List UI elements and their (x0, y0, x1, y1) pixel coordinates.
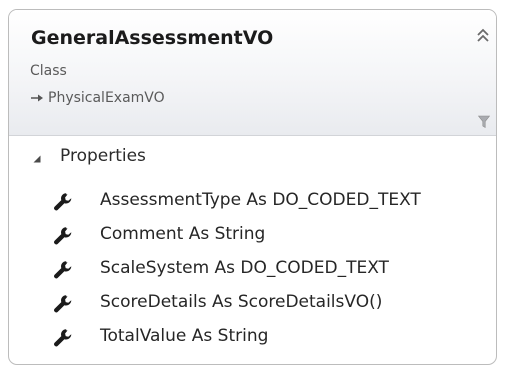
class-shape[interactable]: GeneralAssessmentVO Class PhysicalExamVO… (8, 9, 497, 365)
property-label: ScoreDetails As ScoreDetailsVO() (100, 292, 383, 312)
property-item[interactable]: ScaleSystem As DO_CODED_TEXT (9, 256, 496, 290)
expand-triangle-icon[interactable] (33, 155, 41, 163)
class-name: GeneralAssessmentVO (31, 27, 274, 49)
properties-section-header[interactable]: Properties (9, 145, 496, 173)
property-item[interactable]: TotalValue As String (9, 324, 496, 358)
class-header: GeneralAssessmentVO Class PhysicalExamVO (9, 10, 496, 136)
class-stereotype: Class (30, 63, 67, 79)
property-label: AssessmentType As DO_CODED_TEXT (100, 190, 421, 210)
property-item[interactable]: Comment As String (9, 222, 496, 256)
wrench-icon (54, 329, 72, 347)
filter-icon[interactable] (478, 115, 490, 129)
properties-list: AssessmentType As DO_CODED_TEXT Comment … (9, 188, 496, 358)
base-class-name: PhysicalExamVO (48, 90, 165, 106)
wrench-icon (54, 193, 72, 211)
property-item[interactable]: AssessmentType As DO_CODED_TEXT (9, 188, 496, 222)
property-label: ScaleSystem As DO_CODED_TEXT (100, 258, 389, 278)
wrench-icon (54, 227, 72, 245)
property-item[interactable]: ScoreDetails As ScoreDetailsVO() (9, 290, 496, 324)
base-class-row: PhysicalExamVO (30, 90, 165, 106)
wrench-icon (54, 261, 72, 279)
double-chevron-up-icon[interactable] (475, 26, 491, 44)
inheritance-arrow-icon (31, 94, 43, 102)
property-label: Comment As String (100, 224, 266, 244)
wrench-icon (54, 295, 72, 313)
property-label: TotalValue As String (100, 326, 269, 346)
section-label: Properties (60, 146, 146, 166)
